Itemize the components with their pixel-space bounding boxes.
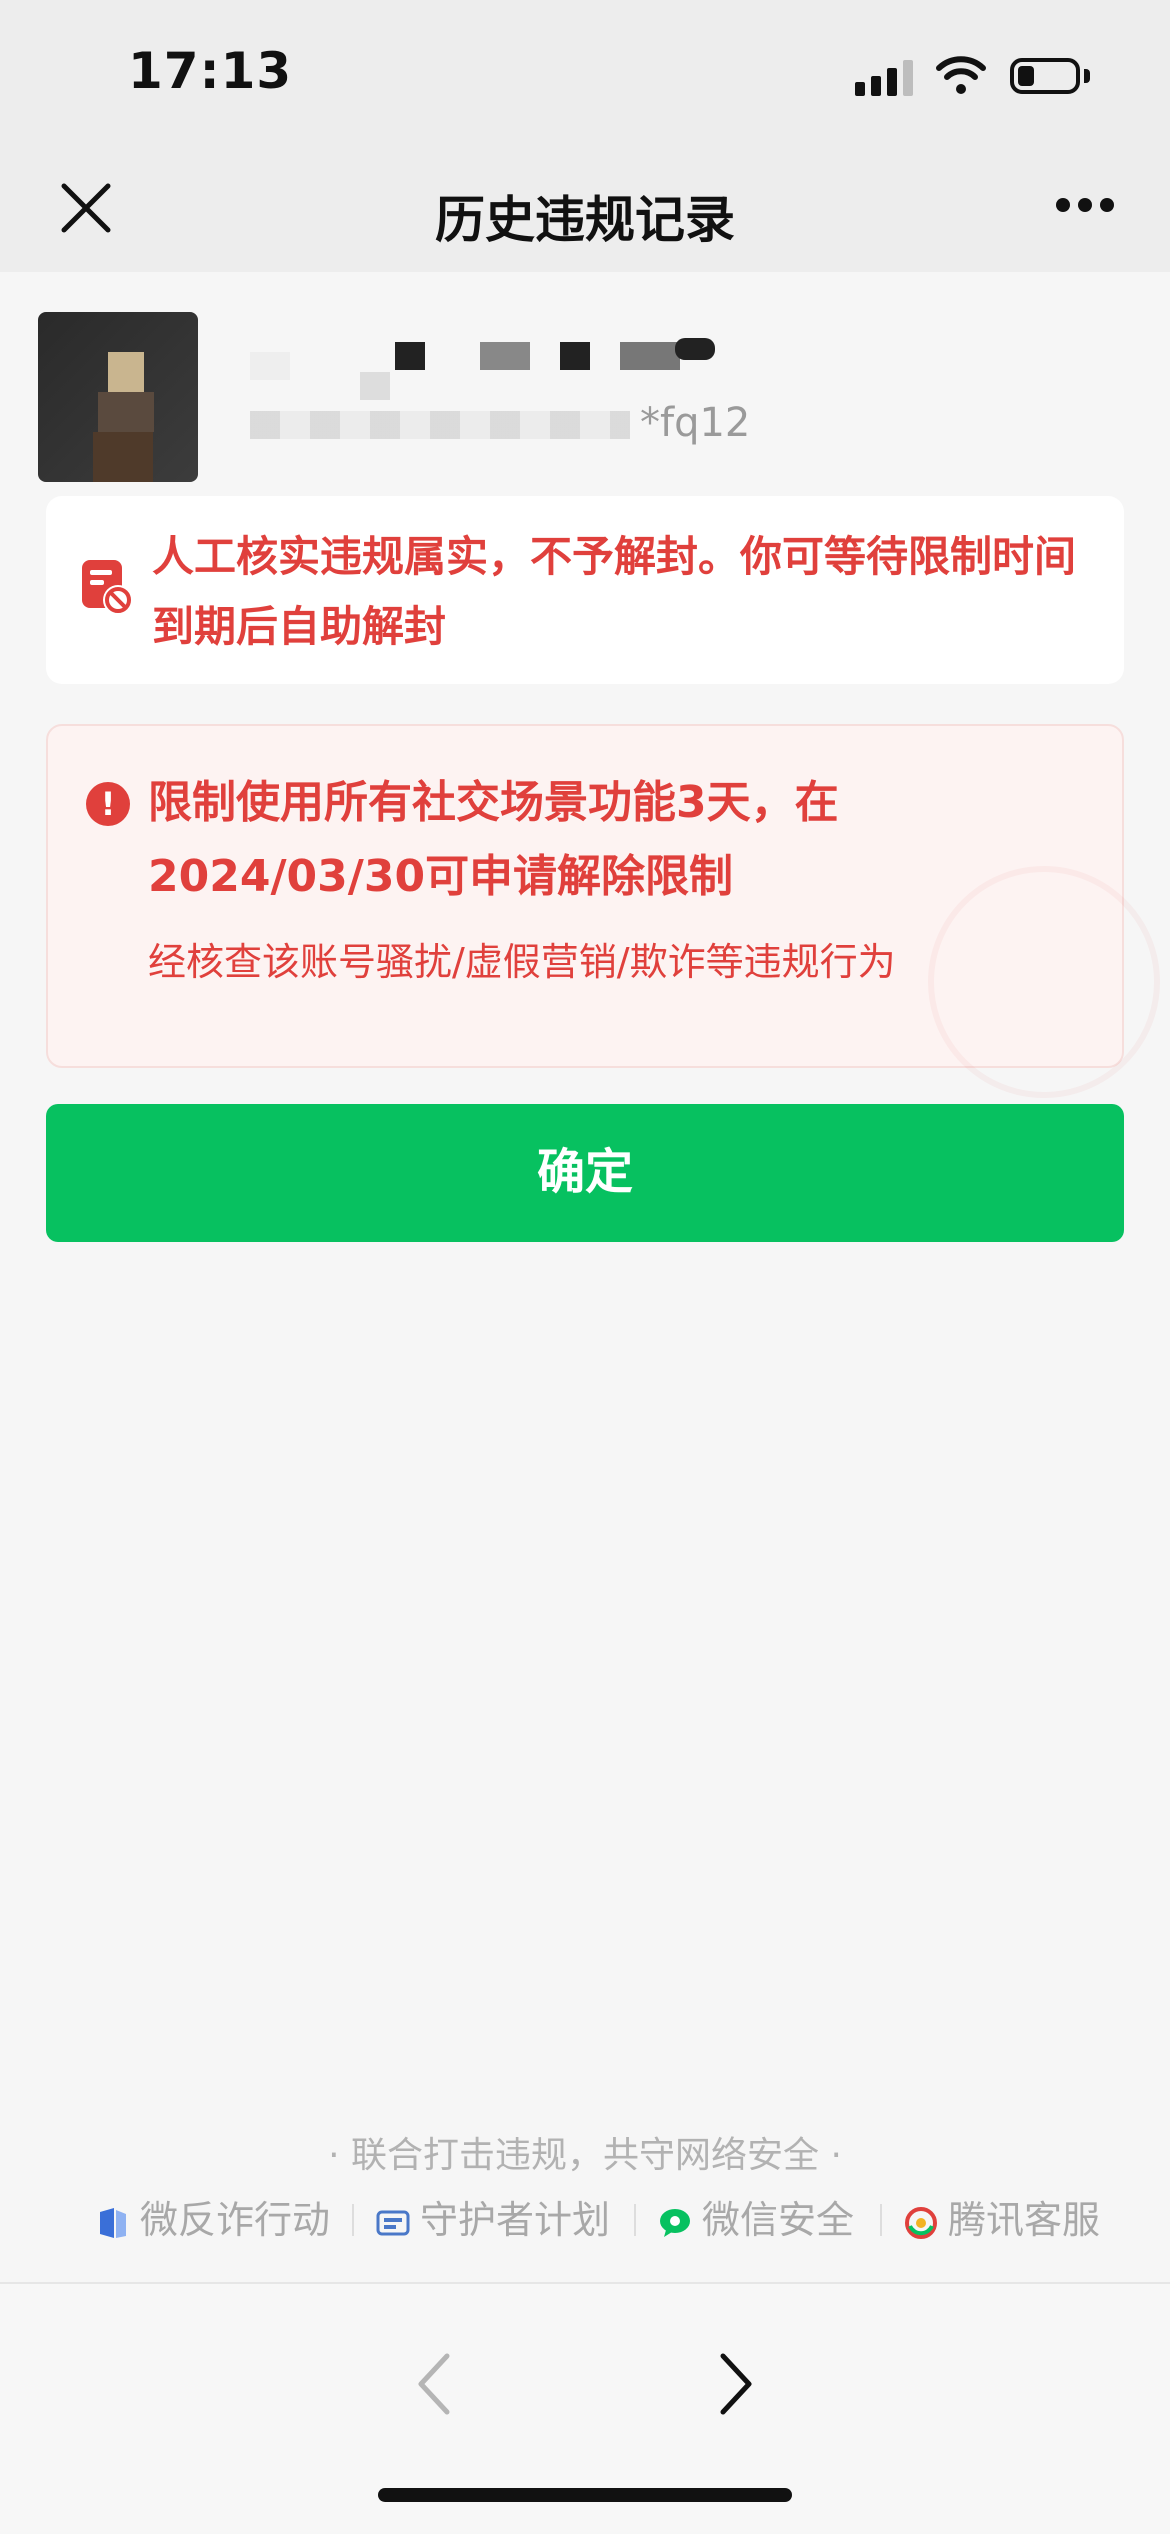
status-time: 17:13: [128, 42, 293, 100]
more-icon[interactable]: [1056, 198, 1116, 218]
footer-link-tencent-support[interactable]: 腾讯客服: [904, 2190, 1100, 2250]
appeal-result-card: 人工核实违规属实，不予解封。你可等待限制时间到期后自助解封: [46, 496, 1124, 684]
nav-bar: 历史违规记录: [0, 150, 1170, 272]
restriction-card: ! 限制使用所有社交场景功能3天，在2024/03/30可申请解除限制 经核查该…: [46, 724, 1160, 1098]
anti-fraud-logo-icon: [100, 2207, 126, 2238]
wifi-icon: [936, 56, 986, 94]
account-suffix: *fq12: [640, 400, 751, 446]
cellular-signal-icon: [855, 60, 915, 96]
wechat-security-logo-icon: [660, 2208, 690, 2237]
chevron-right-icon[interactable]: [705, 2344, 765, 2424]
guardian-plan-logo-icon: [376, 2210, 410, 2235]
status-bar: 17:13: [0, 0, 1170, 150]
restriction-detail: 经核查该账号骚扰/虚假营销/欺诈等违规行为: [148, 940, 896, 984]
document-block-icon: [82, 560, 133, 615]
chevron-left-icon[interactable]: [405, 2344, 465, 2424]
profile-section: *fq12: [0, 272, 1170, 492]
battery-icon: [1010, 58, 1080, 94]
footer-link-anti-fraud[interactable]: 微反诈行动: [96, 2190, 330, 2250]
redacted-account-prefix: [250, 411, 630, 439]
footer-link-wechat-security[interactable]: 微信安全: [658, 2190, 854, 2250]
avatar: [38, 312, 198, 482]
home-indicator[interactable]: [378, 2488, 792, 2502]
redacted-nickname: [250, 332, 770, 400]
footer-slogan: · 联合打击违规，共守网络安全 ·: [328, 2135, 842, 2176]
restriction-title: 限制使用所有社交场景功能3天，在2024/03/30可申请解除限制: [148, 777, 839, 902]
footer-links: 微反诈行动 守护者计划 微信安全 腾讯客服: [96, 2190, 1100, 2250]
account-id: *fq12: [250, 400, 750, 446]
appeal-result-text: 人工核实违规属实，不予解封。你可等待限制时间到期后自助解封: [152, 532, 1077, 651]
confirm-button[interactable]: 确定: [46, 1104, 1124, 1242]
alert-icon: !: [86, 782, 130, 826]
footer-link-guardian-plan[interactable]: 守护者计划: [376, 2190, 610, 2250]
tencent-support-logo-icon: [905, 2206, 937, 2239]
page-title: 历史违规记录: [435, 191, 735, 249]
